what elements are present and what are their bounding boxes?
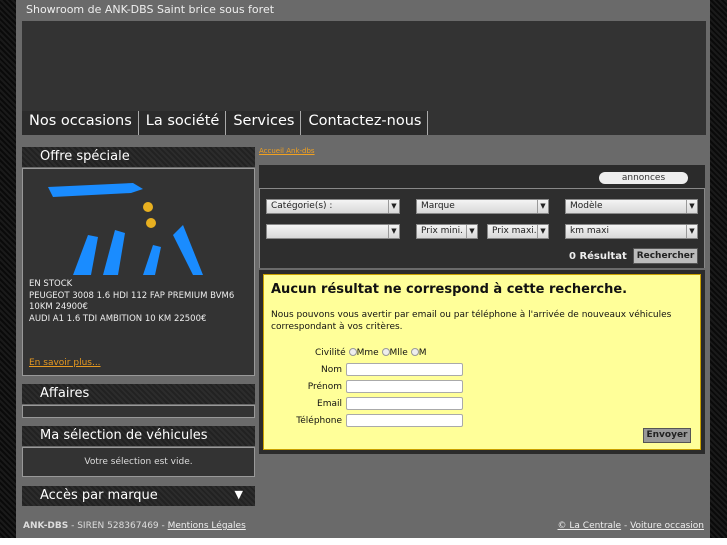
chevron-down-icon: ▼ (388, 200, 399, 213)
footer-left: ANK-DBS - SIREN 528367469 - Mentions Lég… (23, 521, 246, 531)
prix-max-select[interactable]: Prix maxi. ▼ (487, 224, 549, 239)
prix-min-value: Prix mini. (421, 226, 463, 236)
prix-max-value: Prix maxi. (492, 226, 537, 236)
mentions-legales-link[interactable]: Mentions Légales (168, 521, 246, 531)
acces-par-marque-toggle[interactable]: Accès par marque ▼ (22, 486, 255, 506)
chevron-down-icon: ▼ (466, 225, 477, 238)
result-count: 0 Résultat (569, 251, 627, 262)
prix-min-select[interactable]: Prix mini. ▼ (416, 224, 478, 239)
voiture-occasion-link[interactable]: Voiture occasion (630, 521, 704, 531)
km-max-value: km maxi (570, 226, 609, 236)
alert-text: Nous pouvons vous avertir par email ou p… (271, 310, 672, 332)
rechercher-button[interactable]: Rechercher (633, 248, 698, 264)
site-title: Showroom de ANK-DBS Saint brice sous for… (26, 3, 275, 16)
nav-contactez-nous[interactable]: Contactez-nous (301, 111, 429, 135)
acces-par-marque-label: Accès par marque (40, 488, 158, 503)
search-panel: annonces Catégorie(s) : ▼ Marque ▼ Modèle ▼… (259, 165, 705, 268)
categorie-value: Catégorie(s) : (271, 201, 333, 211)
nom-label: Nom (320, 365, 342, 375)
chevron-down-icon: ▼ (686, 225, 697, 238)
email-input[interactable] (346, 397, 463, 410)
offre-speciale-heading: Offre spéciale (22, 147, 255, 167)
prenom-label: Prénom (307, 382, 342, 392)
search-form: Catégorie(s) : ▼ Marque ▼ Modèle ▼ ▼ Prix m… (259, 188, 705, 268)
footer-separator: - (621, 521, 631, 531)
no-result-title: Aucun résultat ne correspond à cette rec… (271, 282, 628, 297)
affaires-box (22, 405, 255, 418)
tab-annonces[interactable]: annonces (599, 172, 688, 184)
chevron-down-icon: ▼ (686, 200, 697, 213)
offre-line: PEUGEOT 3008 1.6 HDI 112 FAP PREMIUM BVM… (29, 290, 235, 313)
chevron-down-icon: ▼ (537, 225, 548, 238)
offre-line: EN STOCK (29, 279, 73, 289)
footer-siren: - SIREN 528367469 - (68, 521, 168, 531)
chevron-down-icon: ▼ (537, 200, 548, 213)
offre-speciale-box: EN STOCK PEUGEOT 3008 1.6 HDI 112 FAP PR… (22, 168, 255, 376)
selection-heading: Ma sélection de véhicules (22, 426, 255, 446)
triangle-down-icon: ▼ (234, 488, 243, 501)
categorie-select[interactable]: Catégorie(s) : ▼ (266, 199, 400, 214)
nom-input[interactable] (346, 363, 463, 376)
energie-select[interactable]: ▼ (266, 224, 400, 239)
radio-m[interactable] (410, 348, 419, 356)
civilite-group: Civilité Mme Mlle M (315, 348, 426, 358)
telephone-label: Téléphone (296, 416, 342, 426)
hands-keys-image (48, 183, 203, 275)
email-label: Email (317, 399, 342, 409)
offre-line: AUDI A1 1.6 TDI AMBITION 10 KM 22500€ (29, 313, 207, 324)
telephone-input[interactable] (346, 414, 463, 427)
radio-mme[interactable] (348, 348, 357, 356)
nav-nos-occasions[interactable]: Nos occasions (22, 111, 139, 135)
selection-empty: Votre sélection est vide. (22, 447, 255, 477)
modele-value: Modèle (570, 201, 603, 211)
en-savoir-plus-link[interactable]: En savoir plus... (29, 358, 101, 368)
nav-la-societe[interactable]: La société (138, 111, 227, 135)
radio-mme-label: Mme (356, 348, 379, 358)
civilite-label: Civilité (315, 348, 346, 358)
marque-value: Marque (421, 201, 455, 211)
radio-m-label: M (418, 348, 427, 358)
main-nav: Nos occasions La société Services Contac… (22, 111, 429, 135)
no-result-panel: Aucun résultat ne correspond à cette rec… (259, 270, 705, 454)
nav-services[interactable]: Services (226, 111, 302, 135)
bottom-strip (0, 538, 727, 545)
km-max-select[interactable]: km maxi ▼ (565, 224, 698, 239)
modele-select[interactable]: Modèle ▼ (565, 199, 698, 214)
breadcrumb-home[interactable]: Accueil Ank-dbs (259, 147, 315, 155)
marque-select[interactable]: Marque ▼ (416, 199, 549, 214)
envoyer-button[interactable]: Envoyer (643, 428, 691, 443)
alert-box: Aucun résultat ne correspond à cette rec… (263, 274, 701, 450)
prenom-input[interactable] (346, 380, 463, 393)
radio-mlle-label: Mlle (389, 348, 408, 358)
radio-mlle[interactable] (381, 348, 390, 356)
affaires-heading: Affaires (22, 384, 255, 404)
chevron-down-icon: ▼ (388, 225, 399, 238)
footer-brand: ANK-DBS (23, 521, 69, 531)
la-centrale-link[interactable]: © La Centrale (558, 521, 622, 531)
footer-right: © La Centrale - Voiture occasion (558, 521, 704, 531)
